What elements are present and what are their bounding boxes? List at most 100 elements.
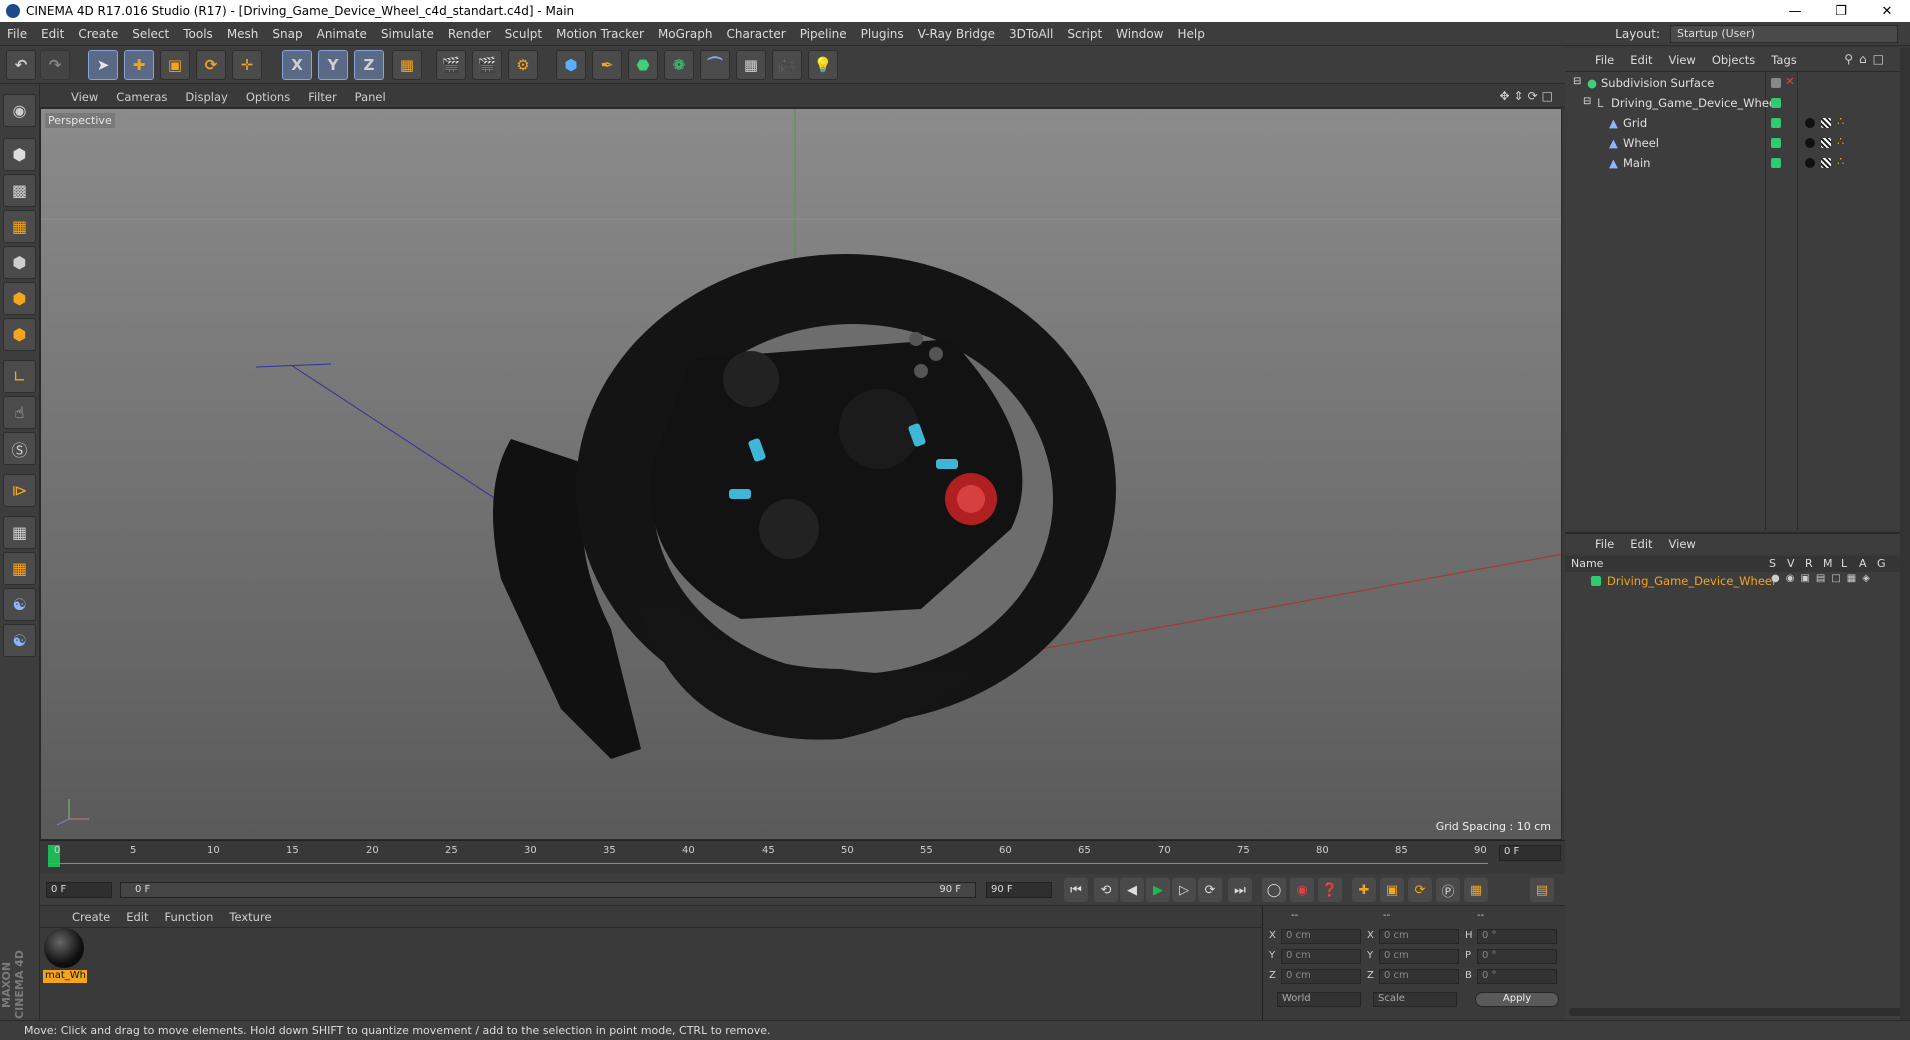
coord-field[interactable]: 0 cm (1281, 929, 1361, 944)
layer-color-tag[interactable] (1771, 138, 1781, 148)
goto-end-icon[interactable]: ⏭ (1228, 878, 1252, 902)
current-frame-field[interactable]: 0 F (1499, 845, 1561, 861)
menu-mograph[interactable]: MoGraph (651, 27, 720, 41)
viewport-menu-panel[interactable]: Panel (346, 90, 395, 104)
column-render[interactable]: R (1805, 557, 1813, 570)
column-locked[interactable]: L (1841, 557, 1847, 570)
menu-select[interactable]: Select (125, 27, 176, 41)
python-script-2-icon[interactable]: ☯ (3, 624, 36, 657)
axis-z-button[interactable]: Z (354, 50, 384, 80)
horizontal-scrollbar[interactable] (1569, 1008, 1905, 1016)
autokey-icon[interactable]: ❓ (1318, 878, 1342, 902)
undo-icon[interactable]: ↶ (6, 50, 36, 80)
menu-animate[interactable]: Animate (310, 27, 374, 41)
redo-icon[interactable]: ↷ (40, 50, 70, 80)
light-bulb-icon[interactable]: 💡 (808, 50, 838, 80)
edges-mode-icon[interactable]: ⬢ (3, 282, 36, 315)
layer-name[interactable]: Driving_Game_Device_Wheel (1607, 574, 1775, 588)
coordinate-system-icon[interactable]: ▦ (392, 50, 422, 80)
object-row[interactable]: ⊟ L Driving_Game_Device_Wheel (1565, 94, 1910, 113)
menu-edit[interactable]: Edit (34, 27, 71, 41)
material-tag-icon[interactable] (1805, 158, 1815, 168)
camera-icon[interactable]: 🎥 (772, 50, 802, 80)
material-menu-create[interactable]: Create (64, 910, 118, 924)
column-solo[interactable]: S (1769, 557, 1776, 570)
viewport-menu-view[interactable]: View (62, 90, 107, 104)
record-key-icon[interactable]: ◉ (1290, 878, 1314, 902)
key-parameter-icon[interactable]: Ⓟ (1436, 878, 1460, 902)
axis-mode-icon[interactable]: ∟ (3, 360, 36, 393)
cube-primitive-icon[interactable]: ⬢ (556, 50, 586, 80)
uvw-tag-icon[interactable] (1821, 158, 1831, 168)
menu-pipeline[interactable]: Pipeline (793, 27, 854, 41)
uvw-tag-icon[interactable] (1821, 118, 1831, 128)
layer-row[interactable]: Driving_Game_Device_Wheel ●◉▣▤□▦◈ (1565, 572, 1910, 591)
phong-tag-icon[interactable]: ∴ (1837, 154, 1844, 168)
side-tabs[interactable] (1900, 48, 1910, 1020)
snap-magnet-icon[interactable]: ⧐ (3, 474, 36, 507)
axis-x-button[interactable]: X (282, 50, 312, 80)
object-row[interactable]: ▲ Wheel ∴ (1565, 134, 1910, 153)
deformer-icon[interactable]: ⏜ (700, 50, 730, 80)
scale-tool-icon[interactable]: ▣ (160, 50, 190, 80)
apply-button[interactable]: Apply (1475, 992, 1559, 1007)
object-menu-view[interactable]: View (1661, 53, 1704, 67)
object-row[interactable]: ▲ Grid ∴ (1565, 114, 1910, 133)
material-preview-ball[interactable] (44, 928, 84, 968)
close-icon[interactable]: ✕ (1864, 0, 1910, 22)
nurbs-icon[interactable]: ⬣ (628, 50, 658, 80)
menu-help[interactable]: Help (1170, 27, 1211, 41)
prev-frame-icon[interactable]: ◀ (1120, 878, 1144, 902)
select-cursor-icon[interactable]: ➤ (88, 50, 118, 80)
viewport-nav-icons[interactable]: ✥⇕⟳□ (1499, 89, 1557, 103)
phong-tag-icon[interactable]: ∴ (1837, 114, 1844, 128)
material-tag-icon[interactable] (1805, 138, 1815, 148)
floor-scene-icon[interactable]: ▦ (736, 50, 766, 80)
layer-color-tag[interactable] (1771, 158, 1781, 168)
layer-color-tag[interactable] (1771, 98, 1781, 108)
goto-start-icon[interactable]: ⏮ (1064, 878, 1088, 902)
viewport-menu-cameras[interactable]: Cameras (107, 90, 176, 104)
material-tag-icon[interactable] (1805, 118, 1815, 128)
key-rotation-icon[interactable]: ⟳ (1408, 878, 1432, 902)
layer-menu-file[interactable]: File (1587, 537, 1622, 551)
phong-tag-icon[interactable]: ∴ (1837, 134, 1844, 148)
layer-color-tag[interactable] (1771, 118, 1781, 128)
coord-field[interactable]: 0 cm (1379, 949, 1459, 964)
coord-field[interactable]: 0 cm (1281, 949, 1361, 964)
uvw-tag-icon[interactable] (1821, 138, 1831, 148)
workplane-snap-icon[interactable]: ▦ (3, 552, 36, 585)
material-menu-edit[interactable]: Edit (118, 910, 156, 924)
viewport-menu-filter[interactable]: Filter (299, 90, 345, 104)
coord-field[interactable]: 0 ° (1477, 929, 1557, 944)
column-visible[interactable]: V (1787, 557, 1795, 570)
material-menu-texture[interactable]: Texture (221, 910, 279, 924)
column-animation[interactable]: A (1859, 557, 1867, 570)
coord-field[interactable]: 0 ° (1477, 949, 1557, 964)
menu-motion-tracker[interactable]: Motion Tracker (549, 27, 651, 41)
material-name-label[interactable]: mat_Wh (43, 970, 87, 983)
spline-pen-icon[interactable]: ✒ (592, 50, 622, 80)
minimize-icon[interactable]: — (1772, 0, 1818, 22)
start-frame-field[interactable]: 0 F (46, 882, 112, 898)
play-icon[interactable]: ▶ (1146, 878, 1170, 902)
key-pla-icon[interactable]: ▦ (1464, 878, 1488, 902)
menu-mesh[interactable]: Mesh (220, 27, 266, 41)
menu-tools[interactable]: Tools (176, 27, 220, 41)
layout-select[interactable]: Startup (User) (1670, 25, 1898, 43)
column-generators[interactable]: G (1877, 557, 1886, 570)
points-mode-icon[interactable]: ⬢ (3, 246, 36, 279)
render-settings-icon[interactable]: ⚙ (508, 50, 538, 80)
coord-size-mode-select[interactable]: Scale (1373, 992, 1457, 1007)
coord-field[interactable]: 0 ° (1477, 969, 1557, 984)
frame-range-slider[interactable]: 0 F 90 F (120, 882, 976, 898)
coord-mode-select[interactable]: World (1277, 992, 1361, 1007)
end-frame-field[interactable]: 90 F (986, 882, 1052, 898)
viewport-menu-display[interactable]: Display (176, 90, 236, 104)
object-menu-file[interactable]: File (1587, 53, 1622, 67)
disable-icon[interactable]: ✕ (1785, 74, 1795, 88)
collapse-icon[interactable]: ⊟ (1573, 76, 1581, 87)
menu-vray-bridge[interactable]: V-Ray Bridge (911, 27, 1002, 41)
key-position-icon[interactable]: ✚ (1352, 878, 1376, 902)
object-menu-edit[interactable]: Edit (1622, 53, 1660, 67)
